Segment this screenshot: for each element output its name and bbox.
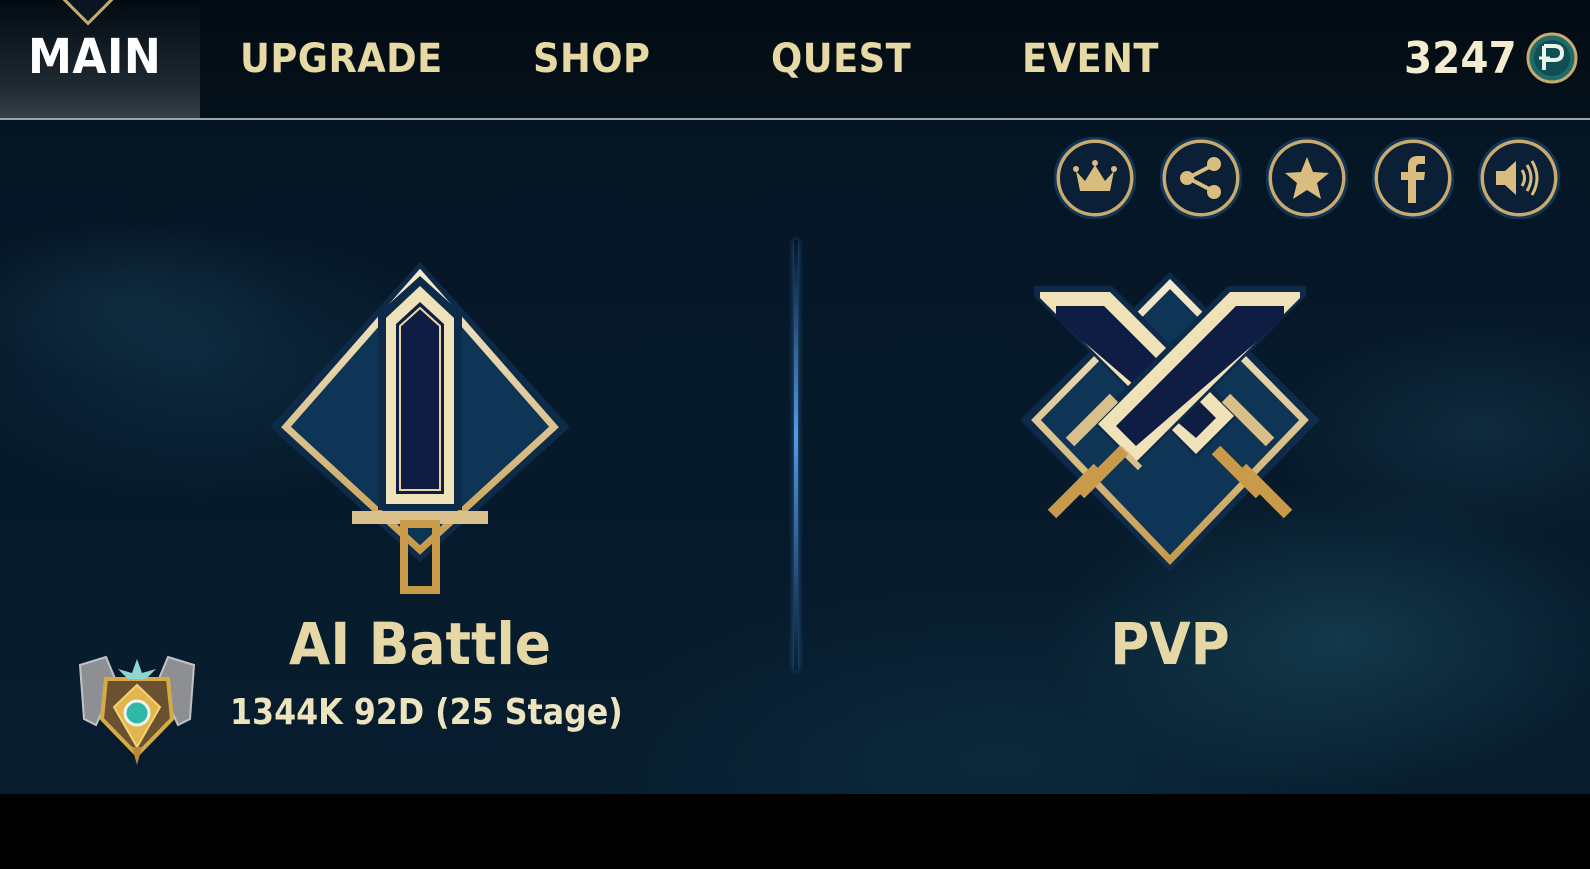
speaker-icon — [1478, 137, 1560, 219]
tab-main[interactable]: MAIN — [28, 28, 161, 86]
tab-event[interactable]: EVENT — [1022, 30, 1159, 88]
sword-icon — [270, 262, 570, 594]
crown-icon — [1054, 137, 1136, 219]
game-screen: MAIN UPGRADE SHOP QUEST EVENT 3247 AI Ba… — [0, 0, 1590, 794]
pvp-title: PVP — [1110, 610, 1230, 678]
rank-stage-info: 1344K 92D (25 Stage) — [230, 692, 623, 733]
rate-button[interactable] — [1266, 137, 1348, 219]
currency-amount: 3247 — [1404, 33, 1517, 84]
facebook-button[interactable] — [1372, 137, 1454, 219]
rank-badge-icon — [78, 655, 196, 765]
share-icon — [1160, 137, 1242, 219]
ai-battle-title: AI Battle — [289, 610, 551, 678]
crossed-swords-icon — [1020, 272, 1320, 572]
share-button[interactable] — [1160, 137, 1242, 219]
sound-button[interactable] — [1478, 137, 1560, 219]
tab-upgrade[interactable]: UPGRADE — [240, 30, 443, 88]
tab-quest[interactable]: QUEST — [771, 30, 911, 88]
mode-divider — [794, 240, 798, 670]
coin-icon — [1526, 32, 1578, 84]
ranking-button[interactable] — [1054, 137, 1136, 219]
tab-shop[interactable]: SHOP — [533, 30, 650, 88]
star-icon — [1266, 137, 1348, 219]
facebook-icon — [1372, 137, 1454, 219]
top-nav: MAIN UPGRADE SHOP QUEST EVENT 3247 — [0, 0, 1590, 120]
